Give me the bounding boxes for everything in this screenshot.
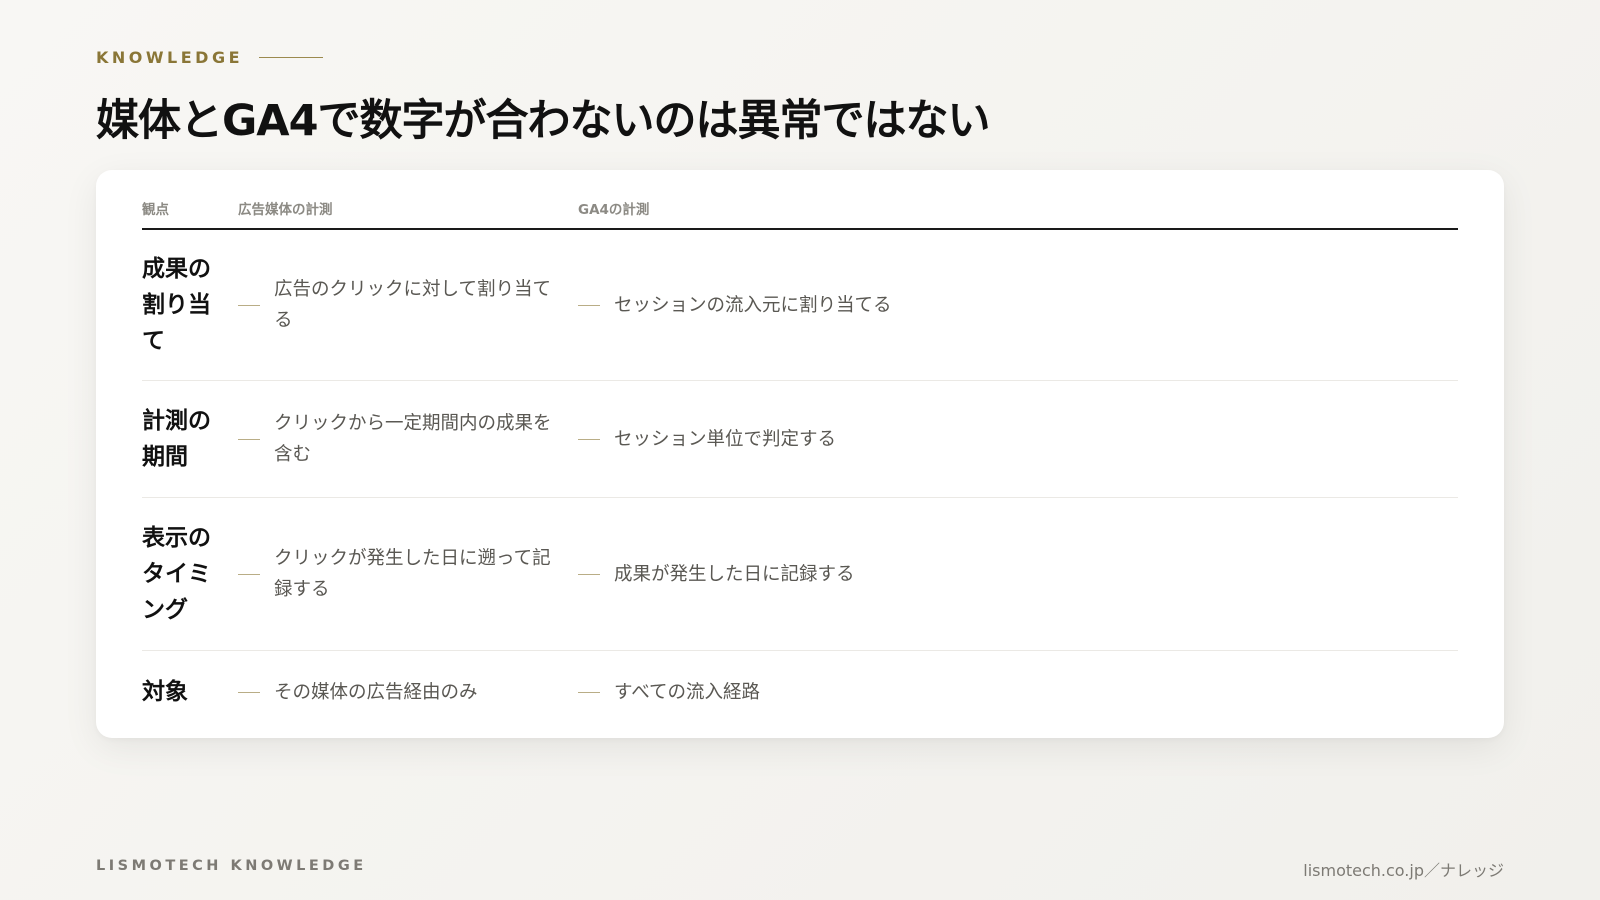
table-row: 表示のタイミング クリックが発生した日に遡って記録する 成果が発生した日に記録す… (142, 498, 1458, 651)
ga4-text: 成果が発生した日に記録する (614, 563, 855, 585)
ga4-cell: 成果が発生した日に記録する (578, 559, 1458, 590)
row-aspect-label: 対象 (142, 679, 188, 705)
media-cell: クリックが発生した日に遡って記録する (238, 543, 578, 605)
ga4-cell: セッションの流入元に割り当てる (578, 290, 1458, 321)
table-row: 計測の期間 クリックから一定期間内の成果を含む セッション単位で判定する (142, 381, 1458, 498)
comparison-table: 観点 広告媒体の計測 GA4の計測 成果の割り当て 広告のクリックに対して割り当… (142, 188, 1458, 733)
dash-marker (578, 438, 600, 440)
media-cell: 広告のクリックに対して割り当てる (238, 274, 578, 336)
dash-marker (238, 573, 260, 575)
row-aspect-label: 表示のタイミング (142, 525, 211, 623)
ga4-text: すべての流入経路 (614, 681, 760, 703)
media-cell: クリックから一定期間内の成果を含む (238, 408, 578, 470)
media-text: その媒体の広告経由のみ (274, 681, 478, 703)
ga4-text: セッションの流入元に割り当てる (614, 294, 892, 316)
ga4-cell: すべての流入経路 (578, 677, 1458, 708)
row-aspect-label: 計測の期間 (142, 408, 211, 470)
dash-marker (238, 304, 260, 306)
table-header: 観点 広告媒体の計測 GA4の計測 (142, 188, 1458, 230)
row-aspect-label: 成果の割り当て (142, 256, 211, 354)
section-eyebrow: KNOWLEDGE (96, 48, 324, 67)
dash-marker (578, 304, 600, 306)
column-header-media: 広告媒体の計測 (238, 202, 333, 218)
column-header-ga4: GA4の計測 (578, 202, 650, 218)
media-text: 広告のクリックに対して割り当てる (274, 279, 551, 331)
column-header-aspect: 観点 (142, 202, 169, 218)
comparison-card: 観点 広告媒体の計測 GA4の計測 成果の割り当て 広告のクリックに対して割り当… (96, 170, 1504, 738)
table-row: 成果の割り当て 広告のクリックに対して割り当てる セッションの流入元に割り当てる (142, 230, 1458, 381)
footer-brand: LISMOTECH KNOWLEDGE (96, 858, 367, 874)
eyebrow-label: KNOWLEDGE (96, 48, 244, 67)
dash-marker (578, 573, 600, 575)
media-text: クリックから一定期間内の成果を含む (274, 413, 552, 465)
dash-marker (578, 691, 600, 693)
ga4-cell: セッション単位で判定する (578, 424, 1458, 455)
page-title: 媒体とGA4で数字が合わないのは異常ではない (96, 96, 990, 146)
media-cell: その媒体の広告経由のみ (238, 677, 578, 708)
dash-marker (238, 691, 260, 693)
footer-url: lismotech.co.jp／ナレッジ (1303, 861, 1504, 880)
eyebrow-divider (259, 57, 324, 58)
media-text: クリックが発生した日に遡って記録する (274, 548, 551, 600)
table-row: 対象 その媒体の広告経由のみ すべての流入経路 (142, 651, 1458, 733)
dash-marker (238, 438, 260, 440)
ga4-text: セッション単位で判定する (614, 428, 837, 450)
